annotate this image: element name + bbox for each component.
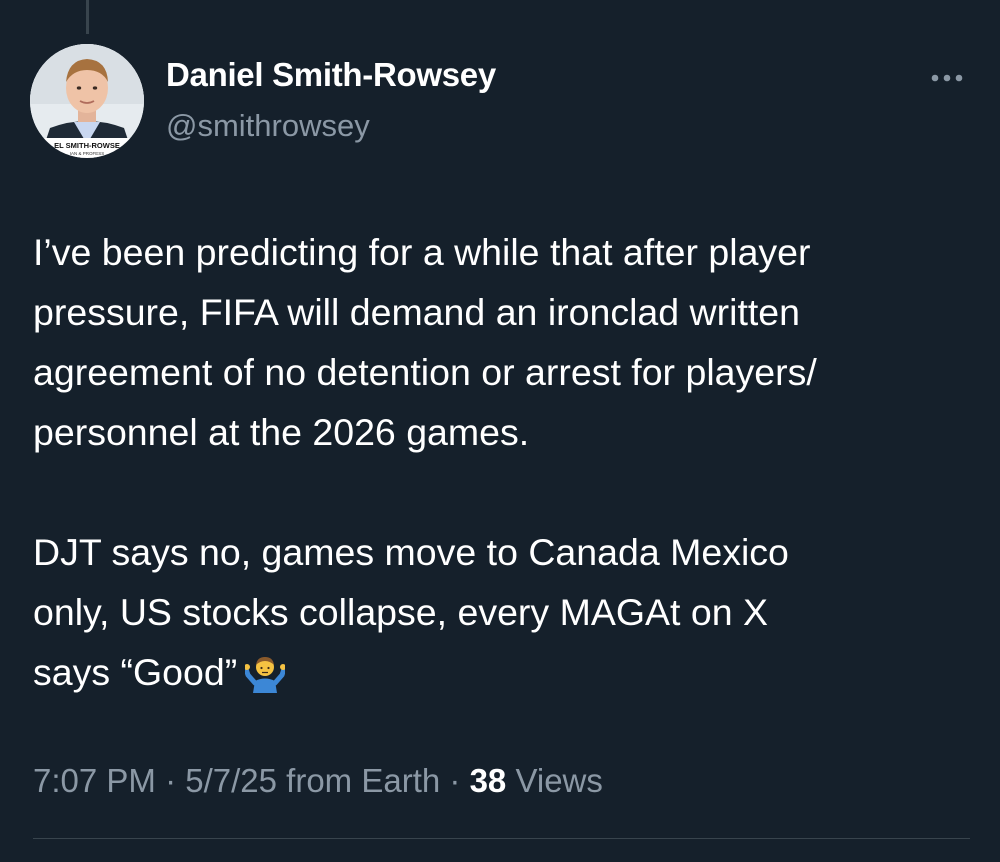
avatar-banner-subtext: IAN & PROFESS (70, 151, 105, 156)
tweet-text: I’ve been predicting for a while that af… (33, 222, 968, 710)
avatar-image: EL SMITH-ROWSE IAN & PROFESS (30, 44, 144, 158)
views-count[interactable]: 38 (470, 762, 507, 799)
tweet-paragraph: DJT says no, games move to Canada Mexico… (33, 522, 968, 710)
tweet-time[interactable]: 7:07 PM (33, 762, 156, 799)
tweet-metadata: 7:07 PM · 5/7/25 from Earth · 38 Views (33, 762, 603, 800)
author-display-name[interactable]: Daniel Smith-Rowsey (166, 56, 496, 94)
tweet-date[interactable]: 5/7/25 (185, 762, 277, 799)
meta-separator: · (165, 762, 177, 799)
divider (33, 838, 970, 839)
avatar-banner-text: EL SMITH-ROWSE (54, 141, 120, 150)
more-options-button[interactable] (925, 60, 969, 96)
tweet-paragraph-text: DJT says no, games move to Canada Mexico… (33, 531, 789, 693)
meta-separator: · (449, 762, 461, 799)
avatar[interactable]: EL SMITH-ROWSE IAN & PROFESS (30, 44, 144, 158)
tweet-paragraph: I’ve been predicting for a while that af… (33, 231, 817, 453)
tweet-source: from Earth (286, 762, 441, 799)
views-label[interactable]: Views (515, 762, 602, 799)
thread-connector-line (86, 0, 89, 34)
author-handle[interactable]: @smithrowsey (166, 108, 370, 144)
more-horizontal-icon (931, 74, 963, 82)
person-shrugging-emoji (243, 650, 287, 710)
